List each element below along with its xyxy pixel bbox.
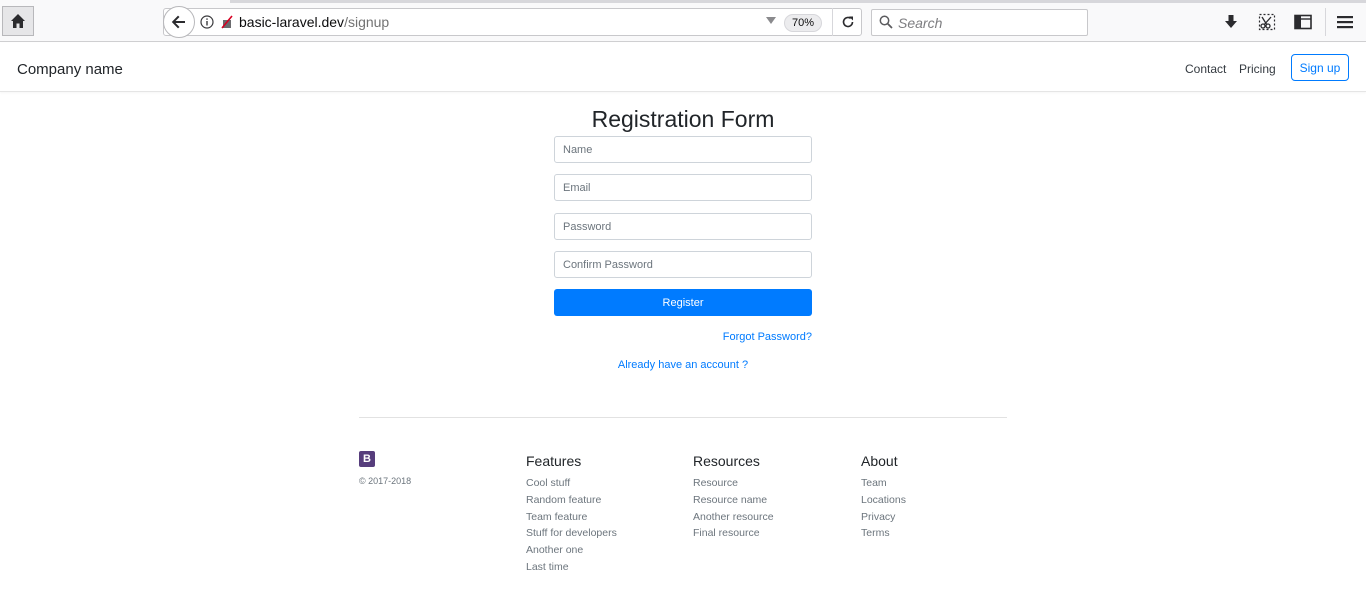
url-domain: basic-laravel.dev bbox=[239, 14, 345, 30]
insecure-lock-icon[interactable] bbox=[220, 15, 234, 29]
browser-toolbar: basic-laravel.dev/signup 70% Search bbox=[0, 0, 1366, 42]
reload-button[interactable] bbox=[832, 8, 862, 36]
reload-icon bbox=[842, 16, 853, 28]
password-field[interactable] bbox=[554, 213, 812, 240]
sidebar-button[interactable] bbox=[1292, 11, 1314, 33]
email-field[interactable] bbox=[554, 174, 812, 201]
toolbar-separator bbox=[1325, 8, 1326, 36]
tab-strip-line bbox=[230, 0, 1366, 3]
footer-column-title: Features bbox=[526, 453, 582, 469]
confirm-password-field[interactable] bbox=[554, 251, 812, 278]
url-dropdown-icon[interactable] bbox=[766, 17, 776, 24]
url-path: /signup bbox=[344, 14, 390, 30]
footer-link[interactable]: Another one bbox=[526, 542, 617, 559]
footer-link[interactable]: Privacy bbox=[861, 509, 906, 526]
footer-column-about: About Team Locations Privacy Terms bbox=[861, 453, 906, 542]
signup-button[interactable]: Sign up bbox=[1291, 54, 1349, 81]
search-icon bbox=[879, 15, 893, 29]
search-placeholder: Search bbox=[898, 15, 943, 31]
footer-link[interactable]: Last time bbox=[526, 559, 617, 576]
downloads-button[interactable] bbox=[1220, 11, 1242, 33]
footer-link[interactable]: Random feature bbox=[526, 492, 617, 509]
footer-link[interactable]: Resource bbox=[693, 475, 774, 492]
nav-link-pricing[interactable]: Pricing bbox=[1239, 62, 1276, 76]
footer-column-resources: Resources Resource Resource name Another… bbox=[693, 453, 774, 542]
register-button[interactable]: Register bbox=[554, 289, 812, 316]
url-text[interactable]: basic-laravel.dev/signup bbox=[239, 14, 389, 30]
footer-link[interactable]: Team bbox=[861, 475, 906, 492]
menu-button[interactable] bbox=[1334, 11, 1356, 33]
form-title: Registration Form bbox=[591, 106, 775, 132]
footer-link[interactable]: Terms bbox=[861, 525, 906, 542]
footer-link[interactable]: Final resource bbox=[693, 525, 774, 542]
footer-link[interactable]: Locations bbox=[861, 492, 906, 509]
info-icon[interactable] bbox=[200, 15, 214, 29]
back-button[interactable] bbox=[163, 6, 195, 38]
footer-divider bbox=[359, 417, 1007, 418]
already-have-account-link[interactable]: Already have an account ? bbox=[554, 359, 812, 371]
footer-column-features: Features Cool stuff Random feature Team … bbox=[526, 453, 617, 576]
footer-link[interactable]: Cool stuff bbox=[526, 475, 617, 492]
back-arrow-icon bbox=[171, 15, 185, 29]
footer-link[interactable]: Stuff for developers bbox=[526, 525, 617, 542]
sidebar-icon bbox=[1294, 14, 1312, 30]
home-icon bbox=[11, 14, 25, 28]
nav-link-contact[interactable]: Contact bbox=[1185, 62, 1226, 76]
footer-link[interactable]: Another resource bbox=[693, 509, 774, 526]
bootstrap-logo: B bbox=[359, 451, 375, 467]
site-navbar: Company name Contact Pricing Sign up bbox=[0, 43, 1366, 92]
home-button[interactable] bbox=[2, 6, 34, 36]
screenshot-button[interactable] bbox=[1256, 11, 1278, 33]
name-field[interactable] bbox=[554, 136, 812, 163]
footer-link[interactable]: Resource name bbox=[693, 492, 774, 509]
download-arrow-icon bbox=[1225, 15, 1237, 28]
forgot-password-link[interactable]: Forgot Password? bbox=[700, 331, 812, 343]
footer-link[interactable]: Team feature bbox=[526, 509, 617, 526]
copyright-text: © 2017-2018 bbox=[359, 476, 412, 486]
footer-column-title: About bbox=[861, 453, 898, 469]
scissors-icon bbox=[1258, 13, 1276, 31]
zoom-badge[interactable]: 70% bbox=[784, 14, 823, 32]
brand-name[interactable]: Company name bbox=[17, 61, 123, 78]
hamburger-menu-icon bbox=[1337, 16, 1353, 29]
footer-column-title: Resources bbox=[693, 453, 760, 469]
